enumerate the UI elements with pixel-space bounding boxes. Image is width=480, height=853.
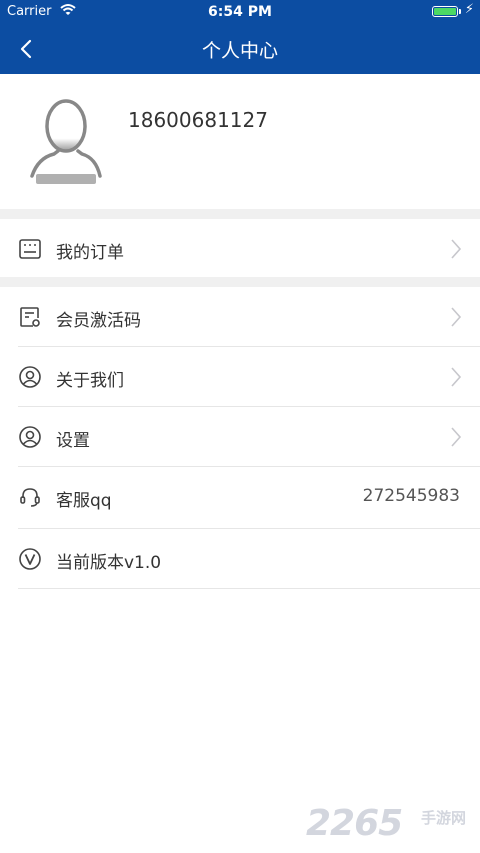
- menu-item-orders[interactable]: 我的订单: [0, 219, 480, 277]
- menu-label-about-us: 关于我们: [56, 371, 124, 391]
- watermark-logo: 2265 手游网: [306, 803, 466, 844]
- menu-item-activation-code[interactable]: 会员激活码: [0, 287, 480, 347]
- headset-icon: [18, 485, 42, 509]
- battery-tip: [459, 9, 461, 14]
- chevron-right-icon: [450, 366, 462, 388]
- status-bar: Carrier 6:54 PM ⚡: [0, 0, 480, 24]
- menu-item-settings[interactable]: 设置: [0, 407, 480, 467]
- row-divider: [18, 588, 480, 589]
- menu-label-version: 当前版本v1.0: [56, 553, 162, 573]
- status-time: 6:54 PM: [208, 4, 272, 20]
- version-v-icon: [18, 547, 42, 571]
- user-circle-icon: [18, 425, 42, 449]
- chevron-right-icon: [450, 426, 462, 448]
- page-title: 个人中心: [201, 40, 278, 62]
- customer-service-qq-number: 272545983: [362, 486, 460, 506]
- menu-item-customer-service[interactable]: 客服qq 272545983: [0, 467, 480, 529]
- menu-label-settings: 设置: [56, 431, 90, 451]
- activation-code-icon: [18, 305, 42, 329]
- profile-section[interactable]: 18600681127: [0, 74, 480, 209]
- watermark-text: 手游网: [420, 809, 466, 827]
- user-circle-icon: [18, 365, 42, 389]
- chevron-right-icon: [450, 306, 462, 328]
- menu-label-activation-code: 会员激活码: [56, 311, 141, 331]
- section-separator: [0, 209, 480, 219]
- menu-item-version: 当前版本v1.0: [0, 529, 480, 589]
- menu-item-about-us[interactable]: 关于我们: [0, 347, 480, 407]
- avatar[interactable]: [28, 96, 104, 186]
- charging-icon: ⚡: [464, 2, 474, 17]
- order-list-icon: [18, 237, 42, 261]
- battery-icon: [432, 6, 458, 17]
- user-phone: 18600681127: [128, 108, 268, 132]
- chevron-right-icon: [450, 238, 462, 260]
- menu-label-customer-service: 客服qq: [56, 491, 112, 511]
- navigation-bar: 个人中心: [0, 24, 480, 74]
- watermark-number: 2265: [306, 803, 403, 844]
- menu-label-orders: 我的订单: [56, 243, 124, 263]
- section-separator: [0, 277, 480, 287]
